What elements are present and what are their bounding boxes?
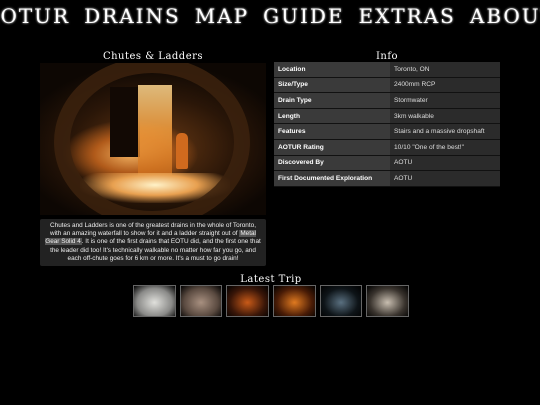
info-label: First Documented Exploration <box>274 170 390 187</box>
info-row: Drain Type Stormwater <box>274 92 500 109</box>
info-value: AOTU <box>390 155 500 172</box>
photo-tunnel-ring <box>54 63 250 215</box>
nav-drains[interactable]: DRAINS <box>84 4 181 28</box>
info-label: Size/Type <box>274 77 390 94</box>
info-row: AOTUR Rating 10/10 "One of the best!" <box>274 139 500 156</box>
nav-guide[interactable]: GUIDE <box>263 4 344 28</box>
info-label: Features <box>274 123 390 140</box>
trip-thumbnail[interactable] <box>179 285 223 317</box>
info-label: Discovered By <box>274 155 390 172</box>
info-row: Location Toronto, ON <box>274 62 500 78</box>
trip-thumbnail[interactable] <box>273 285 316 317</box>
trip-thumbnail[interactable] <box>366 285 410 317</box>
info-label: AOTUR Rating <box>274 139 390 156</box>
photo-title: Chutes & Ladders <box>102 51 204 62</box>
drain-photo <box>40 63 266 215</box>
info-value: 2400mm RCP <box>390 77 500 94</box>
info-row: First Documented Exploration AOTU <box>274 170 500 187</box>
info-value: Stormwater <box>390 92 500 109</box>
caption-text-1: Chutes and Ladders is one of the greates… <box>50 222 256 238</box>
info-title: Info <box>375 51 399 62</box>
trip-thumbnail[interactable] <box>319 285 363 317</box>
trip-thumbnail[interactable] <box>133 285 176 317</box>
trip-title: Latest Trip <box>240 274 302 285</box>
info-row: Length 3km walkable <box>274 108 500 125</box>
info-label: Length <box>274 108 390 125</box>
photo-caption: Chutes and Ladders is one of the greates… <box>40 219 266 267</box>
main-nav: AOTUR DRAINS MAP GUIDE EXTRAS ABOUT <box>0 4 540 28</box>
caption-text-2: . It is one of the first drains that EOT… <box>50 238 261 262</box>
info-value: Toronto, ON <box>390 62 500 78</box>
nav-aotur[interactable]: AOTUR <box>0 4 70 28</box>
trip-thumbnails <box>133 285 410 317</box>
info-row: Size/Type 2400mm RCP <box>274 77 500 94</box>
nav-about[interactable]: ABOUT <box>470 4 540 28</box>
info-label: Location <box>274 62 390 78</box>
info-row: Discovered By AOTU <box>274 155 500 172</box>
info-value: 3km walkable <box>390 108 500 125</box>
info-value: 10/10 "One of the best!" <box>390 139 500 156</box>
trip-thumbnail[interactable] <box>226 285 270 317</box>
nav-map[interactable]: MAP <box>195 4 249 28</box>
nav-extras[interactable]: EXTRAS <box>359 4 456 28</box>
info-value: Stairs and a massive dropshaft <box>390 123 500 140</box>
info-row: Features Stairs and a massive dropshaft <box>274 123 500 140</box>
info-label: Drain Type <box>274 92 390 109</box>
info-value: AOTU <box>390 170 500 187</box>
info-table: Location Toronto, ON Size/Type 2400mm RCP Dr… <box>274 62 500 187</box>
